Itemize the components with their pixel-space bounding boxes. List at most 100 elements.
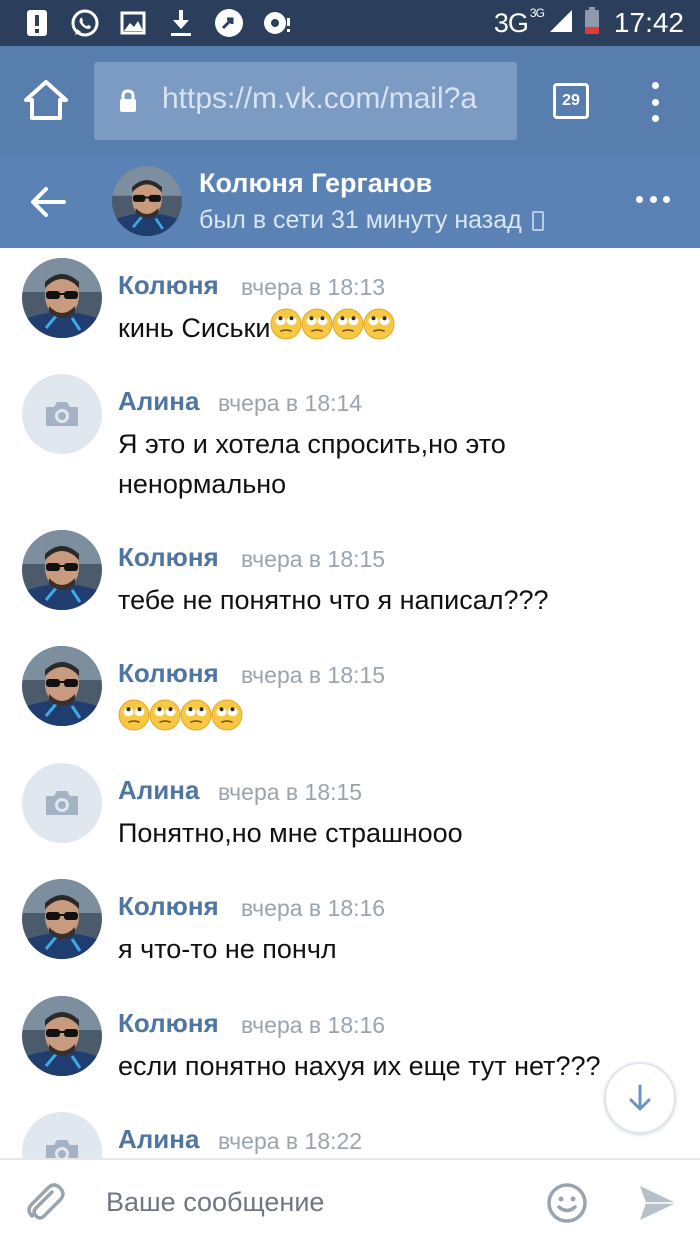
- message-item[interactable]: Алина вчера в 18:15 Понятно,но мне страшно…: [0, 763, 700, 879]
- chat-more-button[interactable]: [636, 196, 670, 206]
- message-author[interactable]: Колюня: [118, 1008, 219, 1039]
- send-button[interactable]: [636, 1182, 678, 1224]
- avatar-photo: [22, 258, 102, 338]
- contact-avatar[interactable]: [112, 166, 182, 236]
- signal-icon: [548, 8, 574, 39]
- rolling-eyes-emoji: [149, 699, 181, 731]
- clock: 17:42: [613, 7, 684, 38]
- address-bar[interactable]: https://m.vk.com/mail?a: [94, 62, 517, 140]
- image-icon: [118, 8, 148, 38]
- scroll-down-button[interactable]: [604, 1062, 676, 1134]
- more-dot-icon: [636, 196, 643, 203]
- battery-icon: [584, 6, 600, 40]
- home-button[interactable]: [22, 78, 70, 122]
- message-item[interactable]: Алина вчера в 18:22: [0, 1112, 700, 1158]
- clean-icon: [262, 8, 292, 38]
- contact-name[interactable]: Колюня Герганов: [199, 168, 432, 199]
- arrow-left-icon: [31, 187, 66, 217]
- message-input[interactable]: [92, 1176, 522, 1228]
- message-author[interactable]: Колюня: [118, 542, 219, 573]
- home-icon: [24, 80, 68, 120]
- message-author[interactable]: Алина: [118, 386, 199, 417]
- message-author[interactable]: Колюня: [118, 658, 219, 689]
- rolling-eyes-emoji: [270, 308, 302, 340]
- message-text: Понятно,но мне страшнооо: [118, 813, 678, 853]
- browser-menu-button[interactable]: [644, 82, 666, 122]
- message-time: вчера в 18:14: [218, 390, 363, 416]
- message-item[interactable]: Колюня вчера в 18:15 тебе не понятно что я…: [0, 530, 700, 646]
- avatar-photo: [22, 879, 102, 959]
- message-avatar[interactable]: [22, 530, 102, 610]
- message-time: вчера в 18:15: [241, 546, 386, 572]
- message-text: кинь Сиськи: [118, 308, 678, 351]
- message-text: если понятно нахуя их еще тут нет???: [118, 1046, 678, 1086]
- avatar-photo: [22, 996, 102, 1076]
- message-text-content: кинь Сиськи: [118, 313, 271, 343]
- message-avatar[interactable]: [22, 258, 102, 338]
- message-author[interactable]: Алина: [118, 775, 199, 806]
- avatar-photo: [112, 166, 182, 236]
- alert-icon: [22, 8, 52, 38]
- rolling-eyes-emoji: [363, 308, 395, 340]
- message-item[interactable]: Колюня вчера в 18:13 кинь Сиськи: [0, 258, 700, 374]
- message-text-content: тебе не понятно что я написал???: [118, 585, 549, 615]
- message-avatar[interactable]: [22, 374, 102, 454]
- status-right: 3G 3G 17:42: [494, 6, 684, 40]
- emoji-button[interactable]: [546, 1182, 588, 1224]
- message-item[interactable]: Колюня вчера в 18:15: [0, 646, 700, 762]
- back-button[interactable]: [28, 184, 68, 220]
- share-icon: [214, 8, 244, 38]
- avatar-placeholder: [22, 763, 102, 843]
- message-text: Я это и хотела спросить,но это ненормаль…: [118, 424, 678, 504]
- message-item[interactable]: Колюня вчера в 18:16 я что-то не пончл: [0, 879, 700, 995]
- message-item[interactable]: Колюня вчера в 18:16 если понятно нахуя их…: [0, 996, 700, 1112]
- more-dot-icon: [649, 196, 657, 203]
- rolling-eyes-emoji: [301, 308, 333, 340]
- message-item[interactable]: Алина вчера в 18:14 Я это и хотела спросит…: [0, 374, 700, 499]
- message-time: вчера в 18:15: [218, 779, 363, 805]
- message-author[interactable]: Колюня: [118, 270, 219, 301]
- avatar-photo: [22, 646, 102, 726]
- message-text-content: Я это и хотела спросить,но это ненормаль…: [118, 429, 506, 499]
- rolling-eyes-emoji: [332, 308, 364, 340]
- message-text: тебе не понятно что я написал???: [118, 580, 678, 620]
- message-author[interactable]: Колюня: [118, 891, 219, 922]
- message-avatar[interactable]: [22, 996, 102, 1076]
- message-avatar[interactable]: [22, 646, 102, 726]
- attach-button[interactable]: [22, 1180, 66, 1224]
- avatar-photo: [22, 530, 102, 610]
- message-text-content: Понятно,но мне страшнооо: [118, 818, 463, 848]
- avatar-placeholder: [22, 1112, 102, 1158]
- rolling-eyes-emoji: [118, 699, 150, 731]
- menu-dot-icon: [651, 115, 659, 122]
- smiley-icon: [547, 1183, 587, 1223]
- camera-icon: [46, 791, 78, 815]
- browser-toolbar: https://m.vk.com/mail?a 29: [0, 46, 700, 156]
- message-time: вчера в 18:13: [241, 274, 386, 300]
- message-avatar[interactable]: [22, 879, 102, 959]
- rolling-eyes-emoji: [180, 699, 212, 731]
- chat-header: Колюня Герганов был в сети 31 минуту наз…: [0, 156, 700, 248]
- url-text: https://m.vk.com/mail?a: [162, 82, 478, 115]
- message-avatar[interactable]: [22, 763, 102, 843]
- camera-icon: [46, 1140, 78, 1158]
- lock-icon: [120, 89, 136, 112]
- message-list[interactable]: Колюня вчера в 18:13 кинь Сиськи Алина вчера…: [0, 248, 700, 1158]
- menu-dot-icon: [651, 82, 659, 89]
- message-time: вчера в 18:15: [241, 662, 386, 688]
- last-seen-text: был в сети 31 минуту назад: [199, 206, 522, 234]
- message-emoji-row: [118, 698, 243, 732]
- avatar-placeholder: [22, 374, 102, 454]
- message-text-content: если понятно нахуя их еще тут нет???: [118, 1051, 601, 1081]
- message-composer: [0, 1158, 700, 1244]
- status-icons: [22, 8, 292, 38]
- message-time: вчера в 18:16: [241, 1012, 386, 1038]
- mobile-icon: [531, 210, 544, 231]
- send-icon: [640, 1186, 676, 1220]
- message-author[interactable]: Алина: [118, 1124, 199, 1155]
- message-avatar[interactable]: [22, 1112, 102, 1158]
- message-text-content: я что-то не пончл: [118, 934, 337, 964]
- network-indicator: 3G 3G: [493, 5, 545, 38]
- tabs-button[interactable]: 29: [553, 83, 589, 119]
- status-bar: 3G 3G 17:42: [0, 0, 700, 46]
